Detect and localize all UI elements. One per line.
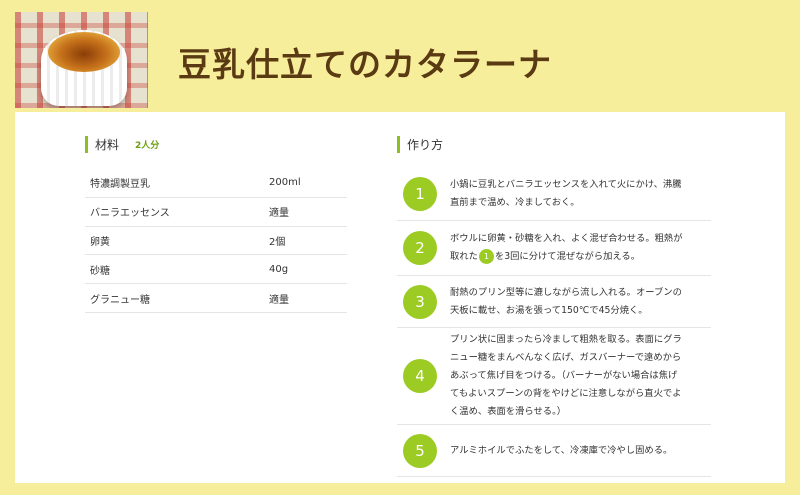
- servings-label: 2人分: [135, 141, 160, 151]
- ingredient-qty: 40g: [269, 263, 289, 275]
- step-line: 耐熱のプリン型等に漉しながら流し入れる。オーブンの: [450, 286, 682, 298]
- ingredient-name: グラニュー糖: [90, 294, 150, 306]
- step-line: ボウルに卵黄・砂糖を入れ、よく混ぜ合わせる。粗熱が: [450, 233, 683, 244]
- page-title: 豆乳仕立てのカタラーナ: [178, 45, 552, 84]
- step-line: 取れた 1 を3回に分けて混ぜながら加える。: [450, 248, 683, 266]
- step-number-badge: 3: [403, 284, 437, 319]
- ingredient-row: グラニュー糖 適量: [85, 284, 347, 313]
- ingredient-qty: 適量: [269, 208, 289, 220]
- ingredient-name: 卵黄: [90, 236, 110, 248]
- step-line: てもよいスプーンの背をやけどに注意しながら直火でよ: [450, 388, 682, 399]
- ingredient-qty: 200ml: [269, 177, 301, 189]
- step-text: プリン状に固まったら冷まして粗熱を取る。表面にグラ ニュー糖をまんべんなく広げ、…: [450, 331, 686, 421]
- step-line: ニュー糖をまんべんなく広げ、ガスバーナーで遠めから: [450, 352, 682, 363]
- step-number-badge: 1: [403, 176, 437, 211]
- step-line: 直前まで温め、冷ましておく。: [450, 196, 580, 208]
- ingredient-row: 卵黄 2個: [85, 227, 347, 256]
- step-number-badge: 4: [403, 359, 437, 393]
- ingredient-row: 特濃調製豆乳 200ml: [85, 169, 347, 198]
- ingredients-heading-block: 材料 2人分: [85, 136, 159, 153]
- step-line: アルミホイルでふたをして、冷凍庫で冷やし固める。: [450, 444, 673, 456]
- ingredient-row: バニラエッセンス 適量: [85, 198, 347, 227]
- ingredient-qty: 2個: [269, 236, 286, 248]
- step-number-badge: 5: [403, 433, 437, 468]
- ingredient-qty: 適量: [269, 294, 289, 306]
- step-line: 天板に載せ、お湯を張って150℃で45分焼く。: [450, 304, 648, 316]
- step-number-badge: 2: [403, 231, 437, 265]
- step-line: あぶって焦げ目をつける。（バーナーがない場合は焦げ: [450, 370, 678, 381]
- steps-list: 1 小鍋に豆乳とバニラエッセンスを入れて火にかけ、沸騰 直前まで温め、冷ましてお…: [397, 167, 711, 477]
- step-text: 耐熱のプリン型等に漉しながら流し入れる。オーブンの 天板に載せ、お湯を張って15…: [450, 284, 686, 320]
- ingredient-name: 特濃調製豆乳: [90, 179, 150, 191]
- ingredient-name: バニラエッセンス: [90, 208, 170, 220]
- ingredient-name: 砂糖: [90, 265, 110, 277]
- step-line: プリン状に固まったら冷まして粗熱を取る。表面にグラ: [450, 334, 682, 345]
- dish-photo: [15, 12, 148, 108]
- step-item: 1 小鍋に豆乳とバニラエッセンスを入れて火にかけ、沸騰 直前まで温め、冷ましてお…: [397, 167, 711, 221]
- step-text: ボウルに卵黄・砂糖を入れ、よく混ぜ合わせる。粗熱が 取れた 1 を3回に分けて混ぜな…: [450, 230, 687, 266]
- step-item: 2 ボウルに卵黄・砂糖を入れ、よく混ぜ合わせる。粗熱が 取れた 1 を3回に分けて混…: [397, 221, 711, 276]
- step-item: 5 アルミホイルでふたをして、冷凍庫で冷やし固める。: [397, 425, 711, 477]
- ingredient-row: 砂糖 40g: [85, 255, 347, 285]
- caramelized-top: [48, 32, 120, 72]
- step-text: 小鍋に豆乳とバニラエッセンスを入れて火にかけ、沸騰 直前まで温め、冷ましておく。: [450, 176, 686, 212]
- step-text-fragment: を3回に分けて混ぜながら加える。: [494, 251, 640, 262]
- step-item: 3 耐熱のプリン型等に漉しながら流し入れる。オーブンの 天板に載せ、お湯を張って…: [397, 276, 711, 328]
- step-text: アルミホイルでふたをして、冷凍庫で冷やし固める。: [450, 442, 676, 460]
- ingredients-table: 特濃調製豆乳 200ml バニラエッセンス 適量 卵黄 2個 砂糖 40g グラ…: [85, 169, 347, 313]
- ingredients-heading: 材料: [95, 138, 120, 152]
- steps-heading: 作り方: [407, 138, 444, 152]
- step-line: 小鍋に豆乳とバニラエッセンスを入れて火にかけ、沸騰: [450, 178, 682, 190]
- step-line: く温め、表面を滑らせる。）: [450, 406, 567, 417]
- step-item: 4 プリン状に固まったら冷まして粗熱を取る。表面にグラ ニュー糖をまんべんなく広…: [397, 328, 711, 425]
- step-reference-badge: 1: [478, 249, 494, 264]
- step-text-fragment: 取れた: [450, 251, 478, 262]
- recipe-card: 材料 2人分 特濃調製豆乳 200ml バニラエッセンス 適量 卵黄 2個 砂糖…: [15, 112, 785, 483]
- steps-heading-block: 作り方: [397, 136, 443, 153]
